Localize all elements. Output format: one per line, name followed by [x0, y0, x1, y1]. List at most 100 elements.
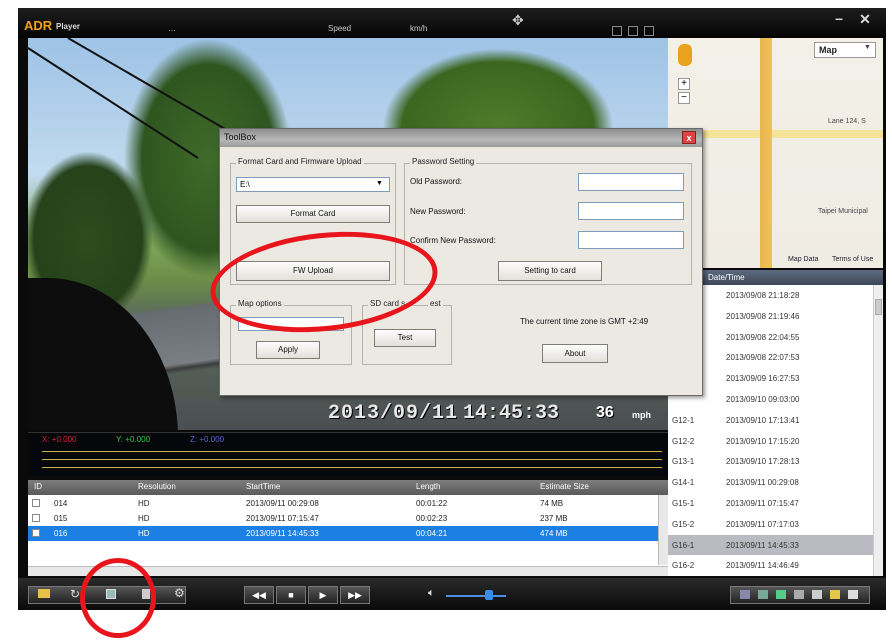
date-list-row[interactable]: G15-1 2013/09/11 07:15:47 [668, 493, 873, 513]
sensor-line-x [42, 451, 662, 452]
tool-icon[interactable] [794, 590, 804, 599]
rewind-button[interactable]: ◀◀ [244, 586, 274, 604]
timezone-text: The current time zone is GMT +2:49 [520, 317, 649, 326]
date-list-row-selected[interactable]: G16-1 2013/09/11 14:45:33 [668, 534, 873, 555]
settings-icon[interactable]: ⚙ [174, 586, 185, 600]
event-id: G14-1 [672, 478, 695, 488]
setting-to-card-button[interactable]: Setting to card [498, 261, 602, 281]
table-row[interactable]: 015 HD 2013/09/11 07:15:47 00:02:23 237 … [28, 511, 658, 526]
dialog-close-button[interactable]: x [682, 131, 696, 144]
event-datetime: 2013/09/08 22:04:55 [726, 332, 800, 342]
app-logo: ADR [24, 18, 53, 33]
about-button[interactable]: About [542, 344, 608, 363]
cell-length: 00:02:23 [416, 514, 448, 523]
test-button[interactable]: Test [374, 329, 436, 347]
cell-id: 014 [54, 499, 68, 508]
view-mode-3-icon[interactable] [644, 26, 654, 36]
old-password-field[interactable] [578, 173, 684, 191]
folder-icon[interactable] [38, 589, 50, 598]
dialog-title-bar[interactable]: ToolBox x [220, 129, 702, 147]
sensor-line-y [42, 459, 662, 460]
drive-select[interactable]: E:\ [236, 177, 390, 192]
play-button[interactable]: ▶ [308, 586, 338, 604]
sensor-line-z [42, 467, 662, 468]
row-checkbox[interactable] [32, 529, 40, 537]
old-password-label: Old Password: [410, 177, 463, 186]
date-list-row[interactable]: G13-1 2013/09/10 17:28:13 [668, 451, 873, 471]
event-datetime: 2013/09/10 17:28:13 [726, 457, 800, 467]
map-data-link[interactable]: Map Data [788, 256, 818, 263]
map-zoom-in-button[interactable]: + [678, 78, 690, 90]
folder-icon[interactable] [830, 590, 840, 599]
volume-slider[interactable] [446, 595, 506, 597]
event-datetime: 2013/09/09 16:27:53 [726, 374, 800, 384]
cell-start: 2013/09/11 00:29:08 [246, 499, 319, 508]
fast-forward-button[interactable]: ▶▶ [340, 586, 370, 604]
col-resolution[interactable]: Resolution [138, 482, 176, 491]
osd-speed-unit: mph [632, 410, 651, 420]
date-list-row[interactable]: G12-1 2013/09/10 17:13:41 [668, 410, 873, 430]
tool-icon[interactable] [740, 590, 750, 599]
sd-card-test-group-label-suffix: est [428, 299, 443, 308]
date-list-row[interactable]: G14-1 2013/09/11 00:29:08 [668, 472, 873, 492]
event-datetime: 2013/09/11 00:29:08 [726, 478, 799, 488]
volume-slider-handle[interactable] [485, 590, 493, 600]
terms-of-use-link[interactable]: Terms of Use [832, 256, 873, 263]
view-mode-1-icon[interactable] [612, 26, 622, 36]
cell-start: 2013/09/11 14:45:33 [246, 529, 319, 538]
pegman-icon[interactable] [678, 44, 692, 66]
col-starttime[interactable]: StartTime [246, 482, 280, 491]
row-checkbox[interactable] [32, 499, 40, 507]
tool-icon[interactable] [848, 590, 858, 599]
event-id: G13-1 [672, 457, 695, 467]
row-checkbox[interactable] [32, 514, 40, 522]
scrollbar-thumb[interactable] [875, 299, 882, 315]
col-length[interactable]: Length [416, 482, 440, 491]
table-vertical-scrollbar[interactable] [658, 495, 668, 565]
wrench-icon[interactable] [812, 590, 822, 599]
table-header: ID Resolution StartTime Length Estimate … [28, 480, 668, 495]
minimize-button[interactable]: – [828, 10, 850, 28]
annotation-ring-toolbox-button [80, 558, 156, 638]
map-label: Taipei Municipal [818, 208, 868, 215]
date-list-row[interactable]: G16-2 2013/09/11 14:46:49 [668, 555, 873, 575]
map-zoom-out-button[interactable]: − [678, 92, 690, 104]
format-card-button[interactable]: Format Card [236, 205, 390, 223]
close-window-button[interactable]: ✕ [854, 10, 876, 28]
event-id: G16-1 [672, 540, 695, 550]
cell-length: 00:01:22 [416, 499, 448, 508]
tool-icon[interactable] [776, 590, 786, 599]
event-datetime: 2013/09/11 14:45:33 [726, 540, 799, 550]
confirm-password-field[interactable] [578, 231, 684, 249]
osd-speed: 36 [596, 404, 614, 421]
col-estimate-size[interactable]: Estimate Size [540, 482, 589, 491]
new-password-field[interactable] [578, 202, 684, 220]
sensor-y-label: Y: +0.000 [116, 435, 151, 444]
event-datetime: 2013/09/08 22:07:53 [726, 353, 800, 363]
date-list-row[interactable]: G15-2 2013/09/11 07:17:03 [668, 514, 873, 534]
app-subtitle: Player [56, 22, 81, 31]
view-mode-2-icon[interactable] [628, 26, 638, 36]
speed-label: Speed [328, 24, 352, 33]
chevron-down-icon: ▼ [864, 44, 871, 51]
cell-length: 00:04:21 [416, 529, 448, 538]
table-row[interactable]: 014 HD 2013/09/11 00:29:08 00:01:22 74 M… [28, 496, 658, 511]
table-row-selected[interactable]: 016 HD 2013/09/11 14:45:33 00:04:21 474 … [28, 526, 658, 541]
tool-icon[interactable] [758, 590, 768, 599]
col-id[interactable]: ID [34, 482, 42, 491]
date-list-scrollbar[interactable] [873, 285, 883, 576]
event-id: G15-1 [672, 499, 695, 508]
cell-size: 237 MB [540, 514, 568, 523]
event-datetime: 2013/09/11 14:46:49 [726, 561, 799, 571]
stop-button[interactable]: ■ [276, 586, 306, 604]
cell-id: 015 [54, 514, 68, 523]
speaker-icon[interactable]: 🔈︎ [428, 587, 435, 600]
format-firmware-group-label: Format Card and Firmware Upload [236, 157, 364, 166]
apply-button[interactable]: Apply [256, 341, 320, 359]
refresh-icon[interactable]: ↻ [70, 587, 80, 601]
event-datetime: 2013/09/11 07:15:47 [726, 499, 799, 508]
event-datetime: 2013/09/11 07:17:03 [726, 519, 799, 529]
date-list-row[interactable]: G12-2 2013/09/10 17:15:20 [668, 431, 873, 451]
date-time-header[interactable]: Date/Time [708, 273, 745, 282]
new-password-label: New Password: [410, 207, 466, 216]
